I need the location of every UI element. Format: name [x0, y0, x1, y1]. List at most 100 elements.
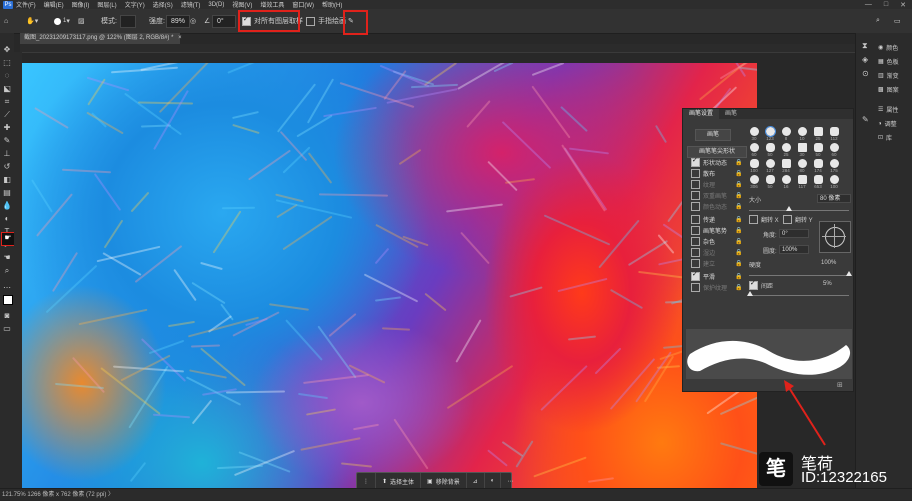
paths-panel-icon[interactable]: ⊙ — [862, 69, 869, 78]
dock-libraries[interactable]: ⊡ 库 — [878, 133, 892, 142]
brush-tip-swatch[interactable] — [765, 126, 776, 137]
menu-3d[interactable]: 3D(D) — [208, 2, 224, 8]
brush-tip-swatch[interactable] — [814, 127, 823, 136]
gradient-tool-icon[interactable]: ▤ — [2, 188, 12, 198]
menu-select[interactable]: 选择(S) — [153, 0, 173, 9]
flip-x-check[interactable] — [749, 215, 758, 224]
brush-tip-swatch[interactable] — [782, 159, 791, 168]
history-brush-icon[interactable]: ↺ — [2, 162, 12, 172]
option-smoothing[interactable]: 平滑 🔒 — [691, 270, 742, 281]
menu-edit[interactable]: 编辑(E) — [44, 0, 64, 9]
mode-select-field[interactable] — [120, 14, 136, 28]
transfer-check[interactable] — [691, 215, 700, 224]
close-tab-icon[interactable]: × — [178, 35, 182, 41]
scattering-check[interactable] — [691, 169, 700, 178]
quick-mask-icon[interactable]: ◙ — [2, 311, 12, 321]
finger-painting-checkbox[interactable]: 手指绘画 — [306, 13, 346, 29]
brush-tip-swatch[interactable] — [750, 143, 759, 152]
size-slider[interactable] — [749, 210, 849, 211]
adjust-icon[interactable]: ◐ — [485, 473, 502, 489]
option-shape-dynamics[interactable]: 形状动态 🔒 — [691, 156, 742, 167]
tab-brush-settings[interactable]: 画笔设置 — [683, 109, 720, 119]
more-options-icon[interactable]: ⋯ — [501, 473, 519, 489]
brush-tip-swatch[interactable] — [814, 143, 823, 152]
angle-roundness-widget[interactable] — [819, 221, 851, 253]
crop-tool-icon[interactable]: ⌗ — [2, 97, 12, 107]
dock-gradients[interactable]: ▥ 渐变 — [878, 71, 899, 80]
brush-tip-swatch[interactable] — [798, 143, 807, 152]
dock-properties[interactable]: ☰ 属性 — [878, 105, 898, 114]
menu-layer[interactable]: 图层(L) — [97, 0, 116, 9]
brush-tip-swatch[interactable] — [814, 175, 823, 184]
dock-patterns[interactable]: ▩ 图案 — [878, 85, 899, 94]
brush-picker[interactable]: 1 ▾ — [54, 13, 70, 29]
hardness-slider[interactable] — [749, 275, 849, 276]
brush-pose-check[interactable] — [691, 226, 700, 235]
brushes-button[interactable]: 画笔 — [695, 129, 731, 141]
noise-check[interactable] — [691, 237, 700, 246]
lock-icon[interactable]: 🔒 — [735, 249, 742, 256]
brush-tool-icon[interactable]: ✎ — [2, 136, 12, 146]
document-tab[interactable]: 截图_20231209173117.png @ 122% (图层 2, RGB/… — [20, 33, 182, 44]
brush-tip-swatch[interactable] — [750, 127, 759, 136]
menu-image[interactable]: 图像(I) — [72, 0, 90, 9]
minimize-button[interactable]: — — [865, 1, 872, 8]
screen-mode-icon[interactable]: ▭ — [2, 324, 12, 334]
flip-x[interactable]: 翻转 X — [749, 215, 779, 224]
layers-panel-icon[interactable]: ◈ — [862, 55, 868, 64]
menu-plugins[interactable]: 增效工具 — [260, 0, 284, 9]
spacing-option[interactable]: 间距 — [749, 279, 773, 290]
stamp-tool-icon[interactable]: ⊥ — [2, 149, 12, 159]
select-subject-button[interactable]: ⬆ 选择主体 — [376, 473, 422, 489]
brush-tip-swatch[interactable] — [830, 175, 839, 184]
lock-icon[interactable]: 🔒 — [735, 284, 742, 291]
lock-icon[interactable]: 🔒 — [735, 159, 742, 166]
option-dual-brush[interactable]: 双重画笔 🔒 — [691, 191, 742, 200]
brush-tip-swatch[interactable] — [766, 143, 775, 152]
flip-y-check[interactable] — [783, 215, 792, 224]
brush-tip-swatch[interactable] — [814, 159, 823, 168]
protect-texture-check[interactable] — [691, 283, 700, 292]
option-brush-pose[interactable]: 画笔笔势 🔒 — [691, 226, 742, 235]
build-up-check[interactable] — [691, 259, 700, 268]
dock-swatches[interactable]: ▦ 色板 — [878, 57, 899, 66]
wet-edges-check[interactable] — [691, 248, 700, 257]
ps-logo[interactable]: Ps — [3, 0, 13, 9]
lock-icon[interactable]: 🔒 — [735, 260, 742, 267]
healing-tool-icon[interactable]: ✚ — [2, 123, 12, 133]
finger-painting-check[interactable] — [306, 16, 315, 26]
blur-tool-icon[interactable]: 💧 — [2, 201, 12, 211]
zoom-tool-icon[interactable]: ⌕ — [2, 266, 12, 276]
hardness-slider-handle[interactable] — [846, 271, 852, 276]
option-color-dynamics[interactable]: 颜色动态 🔒 — [691, 202, 742, 211]
brush-tip-swatch[interactable] — [782, 127, 791, 136]
lock-icon[interactable]: 🔒 — [735, 181, 742, 188]
mode-select[interactable] — [120, 13, 136, 29]
texture-check[interactable] — [691, 180, 700, 189]
brush-tip-swatch[interactable] — [798, 175, 807, 184]
option-texture[interactable]: 纹理 🔒 — [691, 180, 742, 189]
move-tool-icon[interactable]: ✥ — [2, 45, 12, 55]
transform-icon[interactable]: ⊿ — [467, 473, 485, 489]
lock-icon[interactable]: 🔒 — [735, 273, 742, 280]
option-transfer[interactable]: 传递 🔒 — [691, 215, 742, 224]
marquee-tool-icon[interactable]: ⬚ — [2, 58, 12, 68]
remove-background-button[interactable]: ▣ 移除背景 — [421, 473, 467, 489]
menu-view[interactable]: 视图(V) — [232, 0, 252, 9]
dock-color[interactable]: ◉ 颜色 — [878, 43, 898, 52]
maximize-button[interactable]: □ — [884, 1, 888, 8]
brush-tip-swatch[interactable] — [830, 159, 839, 168]
foreground-color-swatch[interactable] — [3, 295, 13, 305]
spacing-slider-handle[interactable] — [747, 291, 753, 296]
menu-filter[interactable]: 滤镜(T) — [181, 0, 201, 9]
more-tools-icon[interactable]: ⋯ — [2, 283, 12, 293]
brush-tip-swatch[interactable] — [750, 159, 759, 168]
hand-tool-icon[interactable]: ☚ — [2, 253, 12, 263]
brush-tip-swatch[interactable] — [766, 175, 775, 184]
angle-input[interactable]: 0° — [212, 14, 236, 28]
new-brush-icon[interactable]: ⊞ — [837, 381, 843, 389]
search-icon[interactable]: ⌕ — [876, 13, 880, 29]
brush-tip-swatch[interactable] — [830, 127, 839, 136]
menu-help[interactable]: 帮助(H) — [322, 0, 342, 9]
lock-icon[interactable]: 🔒 — [735, 203, 742, 210]
